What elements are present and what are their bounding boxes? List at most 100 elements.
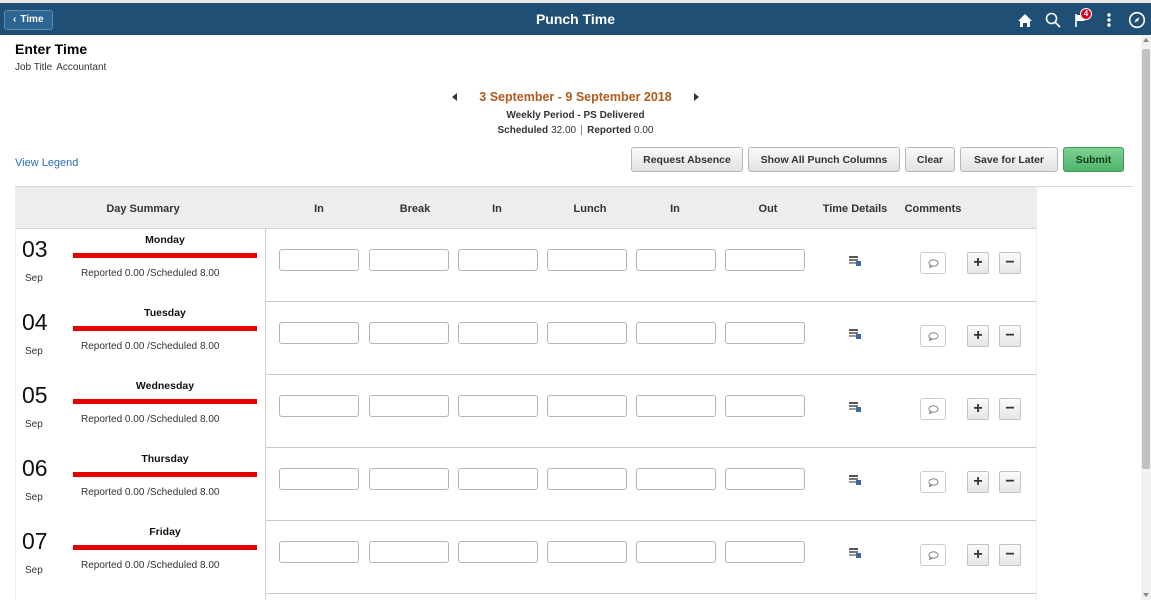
comments-button[interactable] [920, 252, 946, 274]
in-1-field[interactable] [279, 322, 359, 344]
out-field[interactable] [725, 322, 805, 344]
show-all-punch-columns-button[interactable]: Show All Punch Columns [748, 147, 900, 172]
day-name: Wednesday [135, 380, 195, 392]
time-details-icon[interactable] [849, 548, 861, 558]
day-status-bar [73, 326, 257, 331]
reported-label: Reported [587, 125, 632, 136]
clear-button[interactable]: Clear [905, 147, 955, 172]
break-field[interactable] [369, 322, 449, 344]
time-details-icon[interactable] [849, 402, 861, 412]
scheduled-value: 32.00 [551, 125, 577, 136]
period-range: 3 September - 9 September 2018 [479, 90, 672, 104]
lunch-field[interactable] [547, 541, 627, 563]
delete-row-button[interactable]: − [999, 325, 1021, 347]
time-details-icon[interactable] [849, 329, 861, 339]
day-reported-summary: Reported 0.00 /Scheduled 8.00 [81, 268, 220, 279]
out-field[interactable] [725, 468, 805, 490]
day-month: Sep [25, 492, 43, 503]
save-for-later-button[interactable]: Save for Later [960, 147, 1058, 172]
delete-row-button[interactable]: − [999, 471, 1021, 493]
in-1-field[interactable] [279, 468, 359, 490]
in-2-field[interactable] [458, 249, 538, 271]
add-row-button[interactable]: + [967, 544, 989, 566]
minus-icon: − [1005, 473, 1015, 490]
in-3-field[interactable] [636, 395, 716, 417]
search-icon[interactable] [1039, 7, 1067, 33]
break-field[interactable] [369, 468, 449, 490]
back-button[interactable]: ‹ Time [4, 10, 53, 30]
lunch-field[interactable] [547, 395, 627, 417]
out-field[interactable] [725, 395, 805, 417]
header-actions: 4 [1011, 7, 1151, 33]
in-2-field[interactable] [458, 395, 538, 417]
action-button-bar: Request Absence Show All Punch Columns C… [631, 147, 1124, 172]
add-row-button[interactable]: + [967, 325, 989, 347]
col-out: Out [758, 203, 778, 215]
minus-icon: − [1005, 546, 1015, 563]
day-month: Sep [25, 273, 43, 284]
job-title-value: Accountant [56, 62, 107, 73]
in-3-field[interactable] [636, 322, 716, 344]
day-status-bar [73, 472, 257, 477]
reported-value: 0.00 [634, 125, 654, 136]
navbar-compass-icon[interactable] [1123, 7, 1151, 33]
out-field[interactable] [725, 541, 805, 563]
lunch-field[interactable] [547, 322, 627, 344]
col-time-details: Time Details [822, 203, 888, 215]
delete-row-button[interactable]: − [999, 398, 1021, 420]
view-legend-link[interactable]: View Legend [15, 157, 78, 169]
job-title-line: Job Title Accountant [15, 62, 106, 73]
next-period-arrow-icon[interactable] [693, 93, 699, 101]
break-field[interactable] [369, 541, 449, 563]
grid-right-border [1036, 187, 1037, 600]
in-3-field[interactable] [636, 249, 716, 271]
day-number: 06 [22, 455, 48, 481]
delete-row-button[interactable]: − [999, 252, 1021, 274]
day-name: Tuesday [144, 307, 186, 319]
in-3-field[interactable] [636, 468, 716, 490]
request-absence-button[interactable]: Request Absence [631, 147, 743, 172]
delete-row-button[interactable]: − [999, 544, 1021, 566]
period-navigation: 3 September - 9 September 2018 [0, 90, 1151, 104]
col-lunch: Lunch [573, 203, 607, 215]
in-1-field[interactable] [279, 395, 359, 417]
break-field[interactable] [369, 395, 449, 417]
add-row-button[interactable]: + [967, 398, 989, 420]
home-icon[interactable] [1011, 7, 1039, 33]
break-field[interactable] [369, 249, 449, 271]
in-2-field[interactable] [458, 322, 538, 344]
in-1-field[interactable] [279, 541, 359, 563]
comments-button[interactable] [920, 544, 946, 566]
minus-icon: − [1005, 327, 1015, 344]
add-row-button[interactable]: + [967, 252, 989, 274]
scroll-up-arrow-icon[interactable] [1143, 38, 1149, 42]
comments-button[interactable] [920, 471, 946, 493]
comment-bubble-icon [927, 331, 939, 341]
day-row: 03 Sep Monday Reported 0.00 /Scheduled 8.00… [15, 229, 1036, 302]
day-month: Sep [25, 346, 43, 357]
lunch-field[interactable] [547, 468, 627, 490]
add-row-button[interactable]: + [967, 471, 989, 493]
actions-menu-icon[interactable] [1095, 7, 1123, 33]
time-details-icon[interactable] [849, 475, 861, 485]
comments-button[interactable] [920, 398, 946, 420]
col-in-2: In [492, 203, 502, 215]
submit-button[interactable]: Submit [1063, 147, 1124, 172]
in-2-field[interactable] [458, 468, 538, 490]
in-3-field[interactable] [636, 541, 716, 563]
notification-count-badge: 4 [1080, 8, 1092, 20]
time-details-icon[interactable] [849, 256, 861, 266]
comments-button[interactable] [920, 325, 946, 347]
in-1-field[interactable] [279, 249, 359, 271]
scroll-down-arrow-icon[interactable] [1143, 593, 1149, 597]
notifications-flag-icon[interactable]: 4 [1067, 7, 1095, 33]
out-field[interactable] [725, 249, 805, 271]
in-2-field[interactable] [458, 541, 538, 563]
previous-period-arrow-icon[interactable] [452, 93, 458, 101]
comment-bubble-icon [927, 258, 939, 268]
day-row: 06 Sep Thursday Reported 0.00 /Scheduled 8.… [15, 448, 1036, 521]
lunch-field[interactable] [547, 249, 627, 271]
page-title: Punch Time [535, 11, 616, 27]
period-type: Weekly Period - PS Delivered [506, 110, 645, 121]
day-number: 03 [22, 236, 48, 262]
